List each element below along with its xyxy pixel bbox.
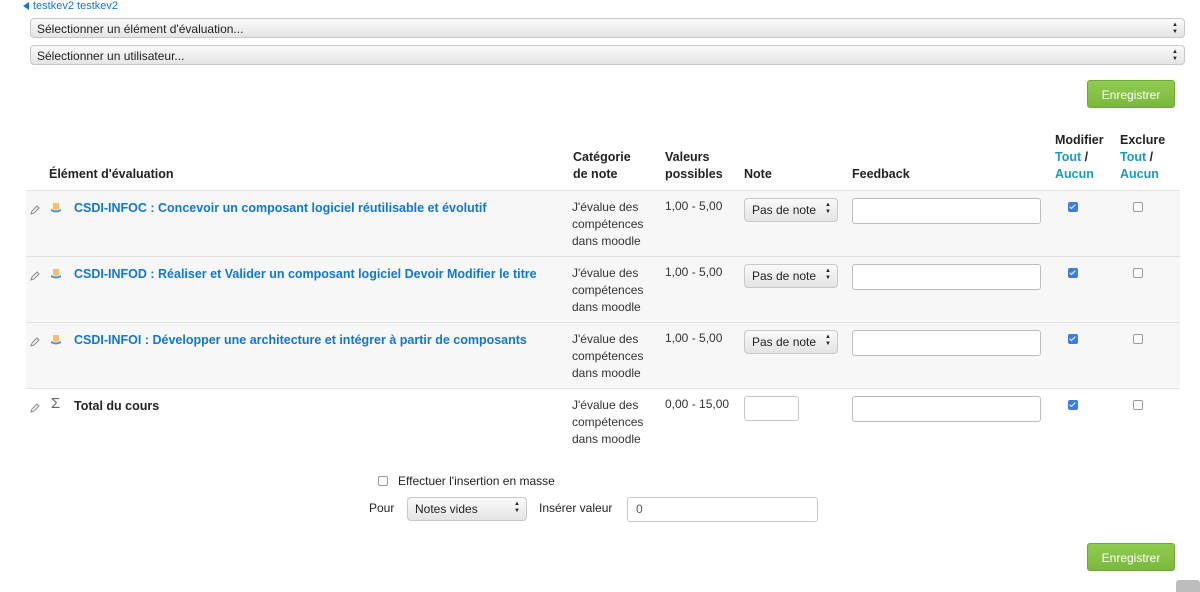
- grade-item-link[interactable]: CSDI-INFOC : Concevoir un composant logi…: [74, 201, 487, 215]
- modify-checkbox[interactable]: [1068, 268, 1078, 278]
- grade-select-value: Pas de note: [752, 335, 817, 349]
- header-range-line1: Valeurs: [665, 150, 710, 164]
- header-modify: Modifier Tout / Aucun: [1055, 132, 1104, 183]
- header-range: Valeurs possibles: [665, 149, 723, 183]
- select-arrows-icon: ▲ ▼: [825, 202, 831, 215]
- grade-item-link[interactable]: CSDI-INFOI : Développer une architecture…: [74, 333, 527, 347]
- range-cell: 1,00 - 5,00: [665, 331, 723, 345]
- category-cell: J'évalue des compétences dans moodle: [572, 266, 644, 314]
- select-arrows-icon: ▲ ▼: [514, 501, 520, 514]
- header-item: Élément d'évaluation: [49, 167, 174, 181]
- grade-select-value: Pas de note: [752, 203, 817, 217]
- table-row: CSDI-INFOI : Développer une architecture…: [26, 322, 1180, 389]
- header-category-line1: Catégorie: [573, 150, 631, 164]
- modify-none-link[interactable]: Aucun: [1055, 167, 1094, 181]
- bulk-insert-label: Effectuer l'insertion en masse: [398, 474, 555, 488]
- header-modify-label: Modifier: [1055, 133, 1104, 147]
- category-cell: J'évalue des compétences dans moodle: [572, 200, 644, 248]
- feedback-input[interactable]: [852, 264, 1041, 290]
- select-arrows-icon: ▲ ▼: [825, 334, 831, 347]
- bulk-insert-toggle[interactable]: Effectuer l'insertion en masse: [378, 474, 555, 488]
- header-exclude: Exclure Tout / Aucun: [1120, 132, 1165, 183]
- for-label: Pour: [369, 501, 395, 515]
- feedback-input[interactable]: [852, 396, 1041, 422]
- assignment-icon: [51, 269, 61, 279]
- save-button-bottom[interactable]: Enregistrer: [1087, 543, 1175, 571]
- save-button-top[interactable]: Enregistrer: [1087, 80, 1175, 108]
- for-select-value: Notes vides: [415, 502, 478, 516]
- pencil-icon[interactable]: [30, 403, 40, 413]
- exclude-checkbox[interactable]: [1133, 400, 1143, 410]
- back-arrow-icon: [23, 2, 29, 10]
- range-cell: 0,00 - 15,00: [665, 397, 730, 411]
- slash: /: [1084, 150, 1089, 164]
- header-grade: Note: [744, 167, 772, 181]
- bulk-insert-checkbox[interactable]: [378, 476, 388, 486]
- for-select[interactable]: Notes vides ▲ ▼: [407, 497, 527, 521]
- header-category-line2: de note: [573, 167, 618, 181]
- range-cell: 1,00 - 5,00: [665, 199, 723, 213]
- grade-select-value: Pas de note: [752, 269, 817, 283]
- table-row-total: Σ Total du cours J'évalue des compétence…: [26, 388, 1180, 455]
- exclude-checkbox[interactable]: [1133, 202, 1143, 212]
- table-row: CSDI-INFOC : Concevoir un composant logi…: [26, 190, 1180, 257]
- modify-checkbox[interactable]: [1068, 334, 1078, 344]
- slash: /: [1149, 150, 1154, 164]
- feedback-input[interactable]: [852, 330, 1041, 356]
- user-select-value: Sélectionner un utilisateur...: [37, 49, 185, 63]
- insert-value-input[interactable]: 0: [627, 497, 818, 522]
- exclude-checkbox[interactable]: [1133, 334, 1143, 344]
- table-row: CSDI-INFOD : Réaliser et Valider un comp…: [26, 256, 1180, 323]
- grade-input[interactable]: [744, 396, 799, 421]
- header-exclude-label: Exclure: [1120, 133, 1166, 147]
- grade-item-select-value: Sélectionner un élément d'évaluation...: [37, 22, 244, 36]
- grade-select[interactable]: Pas de note ▲ ▼: [744, 198, 838, 222]
- pencil-icon[interactable]: [30, 271, 40, 281]
- insert-value-label: Insérer valeur: [539, 501, 613, 515]
- grade-item-link[interactable]: CSDI-INFOD : Réaliser et Valider un comp…: [74, 267, 537, 281]
- header-category: Catégorie de note: [573, 149, 631, 183]
- back-link-label: testkev2 testkev2: [33, 0, 118, 12]
- select-arrows-icon: ▲ ▼: [825, 268, 831, 281]
- grade-item-select[interactable]: Sélectionner un élément d'évaluation... …: [30, 18, 1185, 38]
- grade-select[interactable]: Pas de note ▲ ▼: [744, 264, 838, 288]
- select-arrows-icon: ▲ ▼: [1172, 22, 1178, 35]
- user-select[interactable]: Sélectionner un utilisateur... ▲ ▼: [30, 45, 1185, 65]
- pencil-icon[interactable]: [30, 205, 40, 215]
- category-cell: J'évalue des compétences dans moodle: [572, 332, 644, 380]
- assignment-icon: [51, 203, 61, 213]
- category-cell: J'évalue des compétences dans moodle: [572, 398, 644, 446]
- assignment-icon: [51, 335, 61, 345]
- grade-select[interactable]: Pas de note ▲ ▼: [744, 330, 838, 354]
- course-total-label: Total du cours: [74, 399, 160, 413]
- modify-checkbox[interactable]: [1068, 202, 1078, 212]
- select-arrows-icon: ▲ ▼: [1172, 49, 1178, 62]
- back-link[interactable]: testkev2 testkev2: [23, 0, 118, 12]
- corner-tab[interactable]: [1176, 580, 1200, 592]
- modify-all-link[interactable]: Tout: [1055, 150, 1081, 164]
- sigma-icon: Σ: [51, 395, 61, 412]
- header-feedback: Feedback: [852, 167, 910, 181]
- range-cell: 1,00 - 5,00: [665, 265, 723, 279]
- exclude-none-link[interactable]: Aucun: [1120, 167, 1159, 181]
- modify-checkbox[interactable]: [1068, 400, 1078, 410]
- pencil-icon[interactable]: [30, 337, 40, 347]
- header-range-line2: possibles: [665, 167, 723, 181]
- feedback-input[interactable]: [852, 198, 1041, 224]
- exclude-all-link[interactable]: Tout: [1120, 150, 1146, 164]
- exclude-checkbox[interactable]: [1133, 268, 1143, 278]
